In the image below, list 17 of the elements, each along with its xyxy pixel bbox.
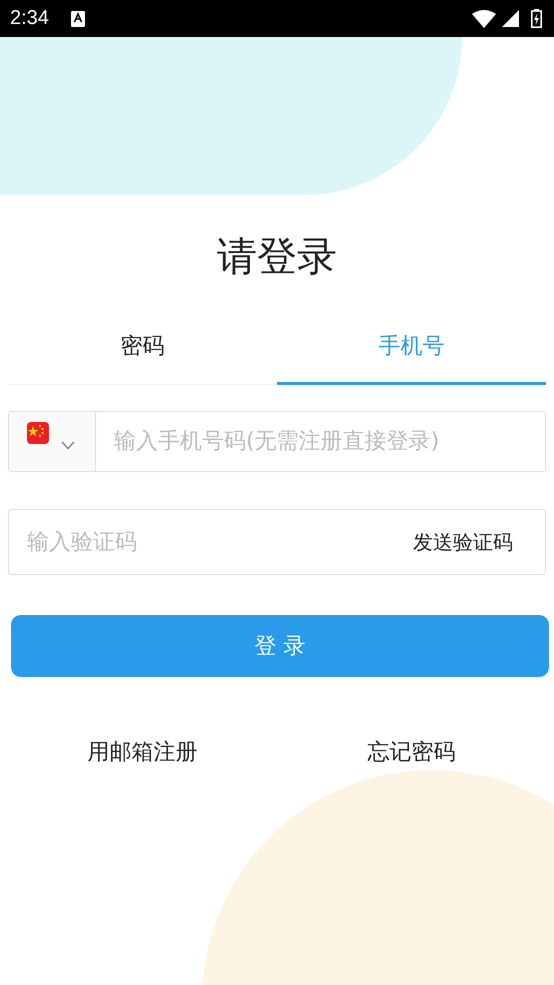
signal-icon — [502, 10, 519, 27]
text-link[interactable]: 忘记密码 — [277, 737, 546, 767]
chevron-down-icon — [61, 441, 75, 450]
code-input[interactable]: 输入验证码 — [9, 530, 403, 554]
status-time: 2:34 — [10, 7, 49, 30]
phone-field[interactable]: 输入手机号码(无需注册直接登录) — [8, 411, 546, 472]
wifi-icon — [472, 10, 496, 28]
verification-code-field[interactable]: 输入验证码 发送验证码 — [8, 509, 546, 575]
phone-number-input[interactable]: 输入手机号码(无需注册直接登录) — [96, 429, 545, 454]
tab[interactable]: 密码 — [8, 319, 277, 385]
battery-charging-icon — [531, 9, 542, 28]
flag-icon — [27, 422, 49, 444]
keyboard-icon — [70, 10, 85, 26]
text-link[interactable]: 用邮箱注册 — [8, 737, 277, 767]
country-code-selector[interactable] — [9, 412, 96, 471]
send-code-button[interactable]: 发送验证码 — [403, 528, 545, 556]
page-title: 请登录 — [216, 233, 338, 282]
